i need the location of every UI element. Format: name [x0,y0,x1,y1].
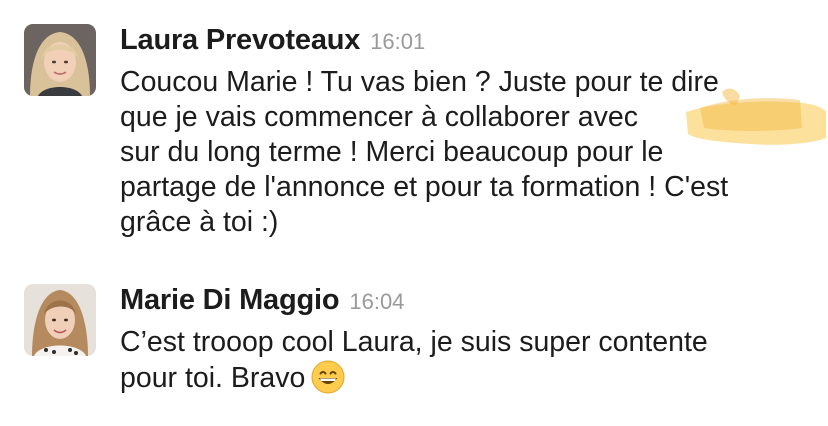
message-line: que je vais commencer à collaborer avec [120,101,638,133]
message-line: Coucou Marie ! Tu vas bien ? Juste pour … [120,66,719,98]
message-line: partage de l'annonce et pour ta formatio… [120,171,729,203]
message-content: Laura Prevoteaux 16:01 Coucou Marie ! Tu… [120,24,826,240]
message-header: Laura Prevoteaux 16:01 [120,24,818,60]
message-line: grâce à toi :) [120,206,279,238]
message-line: sur du long terme ! Merci beaucoup pour … [120,136,664,168]
message-item: Marie Di Maggio 16:04 C’est trooop cool … [24,284,818,396]
author-name[interactable]: Marie Di Maggio [120,284,340,317]
timestamp[interactable]: 16:04 [349,289,404,315]
message-content: Marie Di Maggio 16:04 C’est trooop cool … [120,284,818,396]
message-text: C’est trooop cool Laura, je suis super c… [120,325,818,396]
user-avatar-icon [24,284,96,356]
avatar[interactable] [24,24,96,96]
message-line-text: pour toi. Bravo [120,362,306,394]
message-header: Marie Di Maggio 16:04 [120,284,818,320]
message-line: pour toi. Bravo [120,360,818,396]
message-text: Coucou Marie ! Tu vas bien ? Juste pour … [120,65,818,240]
user-avatar-icon [24,24,96,96]
grinning-face-emoji [311,360,345,394]
author-name[interactable]: Laura Prevoteaux [120,24,360,57]
avatar[interactable] [24,284,96,356]
timestamp[interactable]: 16:01 [370,29,425,55]
message-item: Laura Prevoteaux 16:01 Coucou Marie ! Tu… [24,24,826,240]
message-line: C’est trooop cool Laura, je suis super c… [120,326,708,358]
